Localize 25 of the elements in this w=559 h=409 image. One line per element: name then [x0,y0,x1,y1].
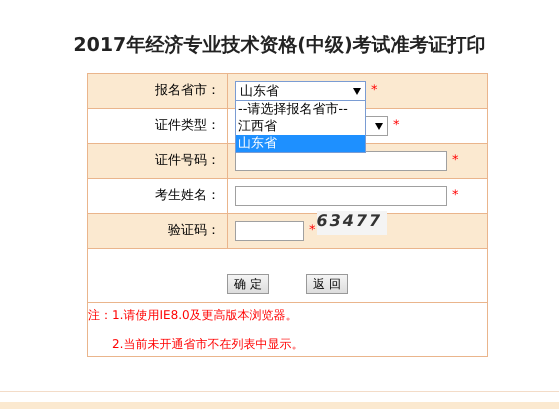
dropdown-option[interactable]: 江西省 [236,118,365,135]
field-label: 考生姓名： [155,187,220,206]
required-mark: * [371,82,378,100]
field-label: 报名省市： [155,82,220,100]
dropdown-arrow-icon [353,88,361,94]
form-button[interactable]: 返 回 [306,274,348,294]
required-mark: * [393,117,400,136]
dropdown-arrow-icon [375,122,383,130]
input-field[interactable] [235,151,447,171]
field-label: 证件号码： [155,152,220,170]
captcha-image: 63477 [316,211,386,235]
page-title: 2017年经济专业技术资格(中级)考试准考证打印 [73,32,486,58]
note-text: 注：1.请使用IE8.0及更高版本浏览器。 [88,307,299,324]
required-mark: * [309,222,316,240]
field-label: 验证码： [168,222,220,240]
field-label: 证件类型： [155,117,220,136]
dropdown-option[interactable]: --请选择报名省市-- [236,101,365,118]
form-button[interactable]: 确 定 [227,274,269,294]
required-mark: * [452,187,458,206]
required-mark: * [452,152,458,170]
select-value: 山东省 [240,84,279,98]
select-field[interactable]: 山东省 [235,81,366,101]
captcha-field[interactable] [235,221,304,241]
input-field[interactable] [235,186,447,206]
note-text: 2.当前未开通省市不在列表中显示。 [111,336,304,353]
